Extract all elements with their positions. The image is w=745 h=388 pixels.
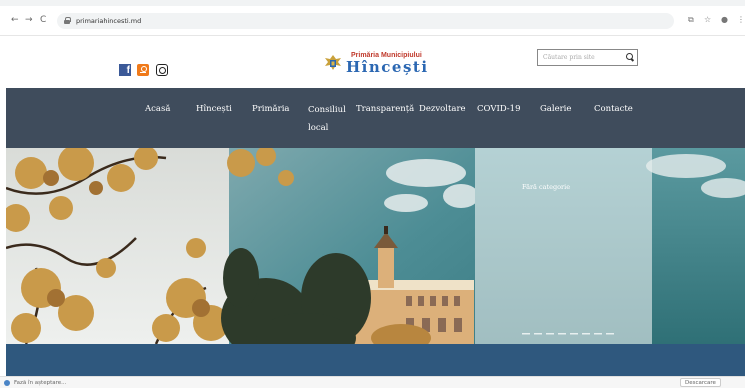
logo-title[interactable]: Hîncești — [346, 59, 429, 76]
menu-item-acasa[interactable]: Acasă — [145, 101, 170, 117]
menu-item-dezvoltare[interactable]: Dezvoltare — [419, 101, 466, 117]
hero-slider[interactable] — [6, 148, 745, 344]
url-text: primariahincesti.md — [76, 17, 142, 25]
menu-item-consiliul-local[interactable]: Consiliul local — [308, 101, 350, 137]
lock-icon — [64, 17, 71, 24]
menu-item-contacte[interactable]: Contacte — [594, 101, 633, 117]
forward-icon[interactable]: → — [25, 15, 33, 25]
instagram-icon[interactable] — [156, 64, 168, 76]
main-navigation: Acasă Hîncești Primăria Consiliul local … — [6, 88, 745, 148]
menu-item-primaria[interactable]: Primăria — [252, 101, 289, 117]
coat-of-arms-icon[interactable] — [323, 53, 343, 73]
odnoklassniki-icon[interactable] — [137, 64, 149, 76]
profile-icon[interactable]: ● — [721, 15, 728, 25]
slide-category-label[interactable]: Fără categorie — [522, 183, 570, 191]
menu-item-hincesti[interactable]: Hîncești — [196, 101, 232, 117]
translate-icon[interactable]: ⧉ — [688, 15, 694, 25]
browser-status-bar: Fază în așteptare... Descarcare — [0, 376, 745, 388]
status-text: Fază în așteptare... — [14, 380, 67, 386]
address-bar[interactable]: primariahincesti.md — [57, 13, 674, 29]
reload-icon[interactable]: C — [40, 15, 46, 25]
menu-icon[interactable]: ⋮ — [737, 15, 745, 25]
search-box — [537, 49, 638, 66]
menu-item-covid-19[interactable]: COVID-19 — [477, 101, 520, 117]
status-button[interactable]: Descarcare — [680, 378, 721, 387]
menu-item-transparenta[interactable]: Transparență — [356, 101, 414, 117]
hero-image — [6, 148, 745, 344]
content-band — [6, 344, 745, 376]
search-input[interactable] — [543, 52, 618, 63]
status-icon — [4, 380, 10, 386]
menu-item-galerie[interactable]: Galerie — [540, 101, 571, 117]
search-icon[interactable] — [626, 53, 634, 61]
facebook-icon[interactable]: f — [119, 64, 131, 76]
back-icon[interactable]: ← — [11, 15, 19, 25]
star-icon[interactable]: ☆ — [704, 15, 711, 25]
browser-toolbar: ← → C primariahincesti.md ⧉ ☆ ● ⋮ — [0, 6, 745, 36]
